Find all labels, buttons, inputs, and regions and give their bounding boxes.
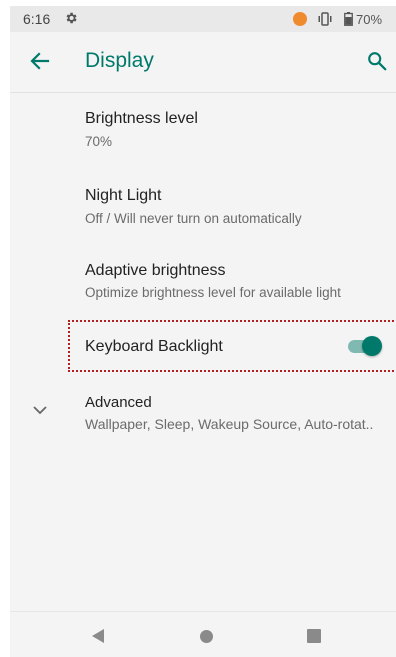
setting-summary: Off / Will never turn on automatically <box>85 211 302 226</box>
chevron-down-icon[interactable] <box>32 404 48 416</box>
setting-title: Keyboard Backlight <box>85 338 223 355</box>
setting-night-light[interactable]: Night Light Off / Will never turn on aut… <box>10 177 396 241</box>
setting-summary: Optimize brightness level for available … <box>85 285 341 300</box>
setting-brightness-level[interactable]: Brightness level 70% <box>10 100 396 164</box>
setting-title: Brightness level <box>85 110 198 127</box>
battery-icon <box>344 12 353 26</box>
search-icon[interactable] <box>366 50 388 72</box>
setting-advanced[interactable]: Advanced Wallpaper, Sleep, Wakeup Source… <box>10 386 396 442</box>
setting-keyboard-backlight[interactable]: Keyboard Backlight <box>10 324 396 368</box>
app-toolbar: Display <box>10 32 396 93</box>
phone-screen: 6:16 70% Display Brightness level 70% Ni… <box>10 6 396 657</box>
toggle-thumb <box>362 336 382 356</box>
arrow-back-icon[interactable] <box>28 49 52 73</box>
back-triangle-icon[interactable] <box>90 628 106 644</box>
setting-title: Adaptive brightness <box>85 262 226 279</box>
recents-square-icon[interactable] <box>307 629 321 643</box>
keyboard-backlight-toggle[interactable] <box>344 336 384 356</box>
notification-dot-icon <box>293 12 307 26</box>
setting-summary: Wallpaper, Sleep, Wakeup Source, Auto-ro… <box>85 416 374 432</box>
battery-percent: 70% <box>356 12 383 27</box>
status-time: 6:16 <box>23 11 51 27</box>
setting-title: Advanced <box>85 394 152 411</box>
status-bar: 6:16 70% <box>10 6 396 32</box>
vibrate-icon <box>318 12 332 26</box>
setting-title: Night Light <box>85 187 162 204</box>
page-title: Display <box>85 49 154 72</box>
setting-adaptive-brightness[interactable]: Adaptive brightness Optimize brightness … <box>10 254 396 318</box>
home-circle-icon[interactable] <box>200 630 213 643</box>
navigation-bar <box>10 611 396 657</box>
setting-summary: 70% <box>85 134 113 149</box>
gear-icon <box>66 12 77 24</box>
